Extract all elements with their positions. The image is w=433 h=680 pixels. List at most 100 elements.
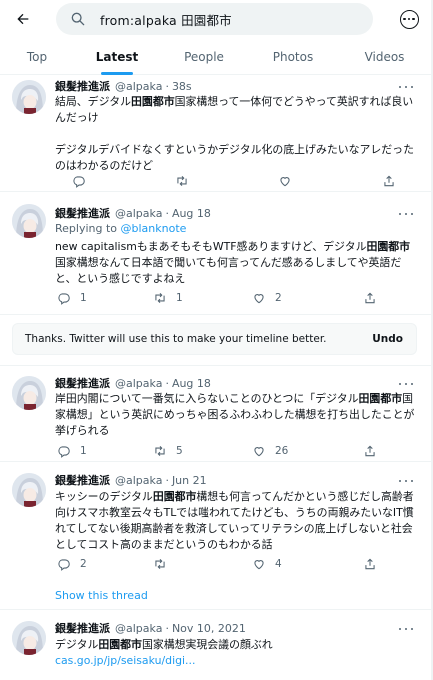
- avatar[interactable]: [12, 204, 46, 238]
- reply-button[interactable]: [72, 173, 95, 189]
- reply-button[interactable]: 1: [57, 290, 87, 306]
- tweet[interactable]: 銀髪推進派 @alpaka · Aug 18 Replying to @blan…: [0, 192, 433, 315]
- replying-to: Replying to @blanknote: [55, 222, 187, 235]
- tweet-header: 銀髪推進派 @alpaka · 38s: [55, 78, 192, 94]
- more-icon[interactable]: [399, 80, 413, 94]
- display-name[interactable]: 銀髪推進派: [55, 375, 110, 391]
- timestamp[interactable]: 38s: [172, 80, 192, 93]
- back-button[interactable]: [8, 4, 38, 34]
- retweet-button[interactable]: 5: [153, 443, 183, 459]
- user-handle[interactable]: @alpaka: [115, 474, 162, 487]
- search-options-button[interactable]: [394, 4, 424, 34]
- heart-icon: [254, 560, 264, 570]
- more-icon[interactable]: [399, 377, 413, 391]
- notice-message: Thanks. Twitter will use this to make yo…: [25, 333, 327, 345]
- share-icon: [365, 445, 375, 457]
- tweet-actions: 1 5 26: [55, 443, 415, 459]
- reply-to-link[interactable]: @blanknote: [121, 222, 187, 235]
- display-name[interactable]: 銀髪推進派: [55, 472, 110, 488]
- retweet-icon: [155, 445, 165, 457]
- timestamp[interactable]: Jun 21: [172, 474, 207, 487]
- tweet[interactable]: 銀髪推進派 @alpaka · Jun 21 キッシーのデジタル田園都市構想も何…: [0, 462, 433, 610]
- tweet-header: 銀髪推進派 @alpaka · Aug 18: [55, 205, 211, 221]
- user-handle[interactable]: @alpaka: [115, 207, 162, 220]
- user-handle[interactable]: @alpaka: [115, 622, 162, 635]
- share-button[interactable]: [363, 290, 377, 306]
- avatar-image: [12, 204, 46, 238]
- avatar-image: [12, 80, 46, 114]
- retweet-icon: [155, 558, 165, 570]
- timestamp[interactable]: Aug 18: [172, 377, 211, 390]
- tab-latest[interactable]: Latest: [74, 38, 160, 75]
- avatar-image: [12, 621, 46, 655]
- reply-icon: [58, 559, 70, 571]
- reply-icon: [58, 446, 70, 458]
- avatar[interactable]: [12, 376, 46, 410]
- tab-people[interactable]: People: [160, 38, 248, 75]
- retweet-button[interactable]: 1: [153, 290, 183, 306]
- share-icon: [365, 558, 375, 570]
- more-options-icon: [399, 9, 419, 29]
- tweet[interactable]: 銀髪推進派 @alpaka · 38s 結局、デジタル田園都市国家構想って一体何…: [0, 75, 433, 192]
- tweet-header: 銀髪推進派 @alpaka · Aug 18: [55, 375, 211, 391]
- heart-icon: [254, 294, 264, 304]
- tweet-text: 岸田内閣について一番気に入らないことのひとつに「デジタル田園都市国家構想」という…: [55, 392, 415, 437]
- tweet-actions: 1 1 2: [55, 290, 415, 306]
- tweet-actions: [55, 173, 415, 189]
- tweet-link[interactable]: cas.go.jp/jp/seisaku/digi...: [55, 653, 415, 669]
- reply-icon: [73, 176, 85, 188]
- retweet-icon: [155, 292, 165, 304]
- timestamp[interactable]: Aug 18: [172, 207, 211, 220]
- show-thread-link[interactable]: Show this thread: [55, 589, 148, 602]
- user-handle[interactable]: @alpaka: [115, 80, 162, 93]
- back-arrow-icon: [17, 13, 29, 25]
- like-button[interactable]: 26: [252, 443, 288, 459]
- more-icon[interactable]: [399, 622, 413, 636]
- heart-icon: [254, 447, 264, 457]
- tweet-header: 銀髪推進派 @alpaka · Nov 10, 2021: [55, 620, 246, 636]
- like-button[interactable]: 2: [252, 290, 282, 306]
- search-input[interactable]: from:alpaka 田園都市: [56, 3, 373, 35]
- retweet-button[interactable]: [153, 556, 176, 572]
- tweet-text: キッシーのデジタル田園都市構想も何言ってんだかという感じだし高齢者向けスマホ教室…: [55, 490, 414, 551]
- like-button[interactable]: 4: [252, 556, 282, 572]
- tweet-header: 銀髪推進派 @alpaka · Jun 21: [55, 472, 207, 488]
- share-button[interactable]: [382, 173, 396, 189]
- more-icon[interactable]: [399, 207, 413, 221]
- avatar[interactable]: [12, 80, 46, 114]
- timeline-feedback-notice: Thanks. Twitter will use this to make yo…: [12, 323, 417, 355]
- display-name[interactable]: 銀髪推進派: [55, 205, 110, 221]
- tab-top[interactable]: Top: [0, 38, 74, 75]
- share-button[interactable]: [363, 556, 377, 572]
- retweet-icon: [177, 175, 187, 187]
- retweet-button[interactable]: [175, 173, 198, 189]
- timestamp[interactable]: Nov 10, 2021: [172, 622, 246, 635]
- tweet-text: デジタル田園都市国家構想実現会議の顔ぶれ: [55, 638, 273, 651]
- tweet[interactable]: 銀髪推進派 @alpaka · Nov 10, 2021 デジタル田園都市国家構…: [0, 610, 433, 680]
- search-icon: [71, 12, 85, 26]
- reply-icon: [58, 293, 70, 305]
- search-tabs: Top Latest People Photos Videos: [0, 38, 433, 75]
- user-handle[interactable]: @alpaka: [115, 377, 162, 390]
- tab-photos[interactable]: Photos: [248, 38, 338, 75]
- display-name[interactable]: 銀髪推進派: [55, 620, 110, 636]
- avatar-image: [12, 376, 46, 410]
- avatar[interactable]: [12, 621, 46, 655]
- reply-button[interactable]: 2: [57, 556, 87, 572]
- tweet-actions: 2 4: [55, 556, 415, 572]
- top-bar: from:alpaka 田園都市: [0, 0, 433, 38]
- tab-videos[interactable]: Videos: [338, 38, 431, 75]
- avatar-image: [12, 473, 46, 507]
- share-icon: [365, 292, 375, 304]
- undo-button[interactable]: Undo: [372, 333, 403, 345]
- tweet[interactable]: 銀髪推進派 @alpaka · Aug 18 岸田内閣について一番気に入らないこ…: [0, 365, 433, 462]
- tweet-text: 結局、デジタル田園都市国家構想って一体何でどうやって英訳すれば良いんだっけ デジ…: [55, 95, 414, 172]
- like-button[interactable]: [278, 173, 301, 189]
- more-icon[interactable]: [399, 474, 413, 488]
- search-query-text: from:alpaka 田園都市: [100, 12, 232, 28]
- heart-icon: [280, 177, 290, 187]
- display-name[interactable]: 銀髪推進派: [55, 78, 110, 94]
- reply-button[interactable]: 1: [57, 443, 87, 459]
- avatar[interactable]: [12, 473, 46, 507]
- share-button[interactable]: [363, 443, 377, 459]
